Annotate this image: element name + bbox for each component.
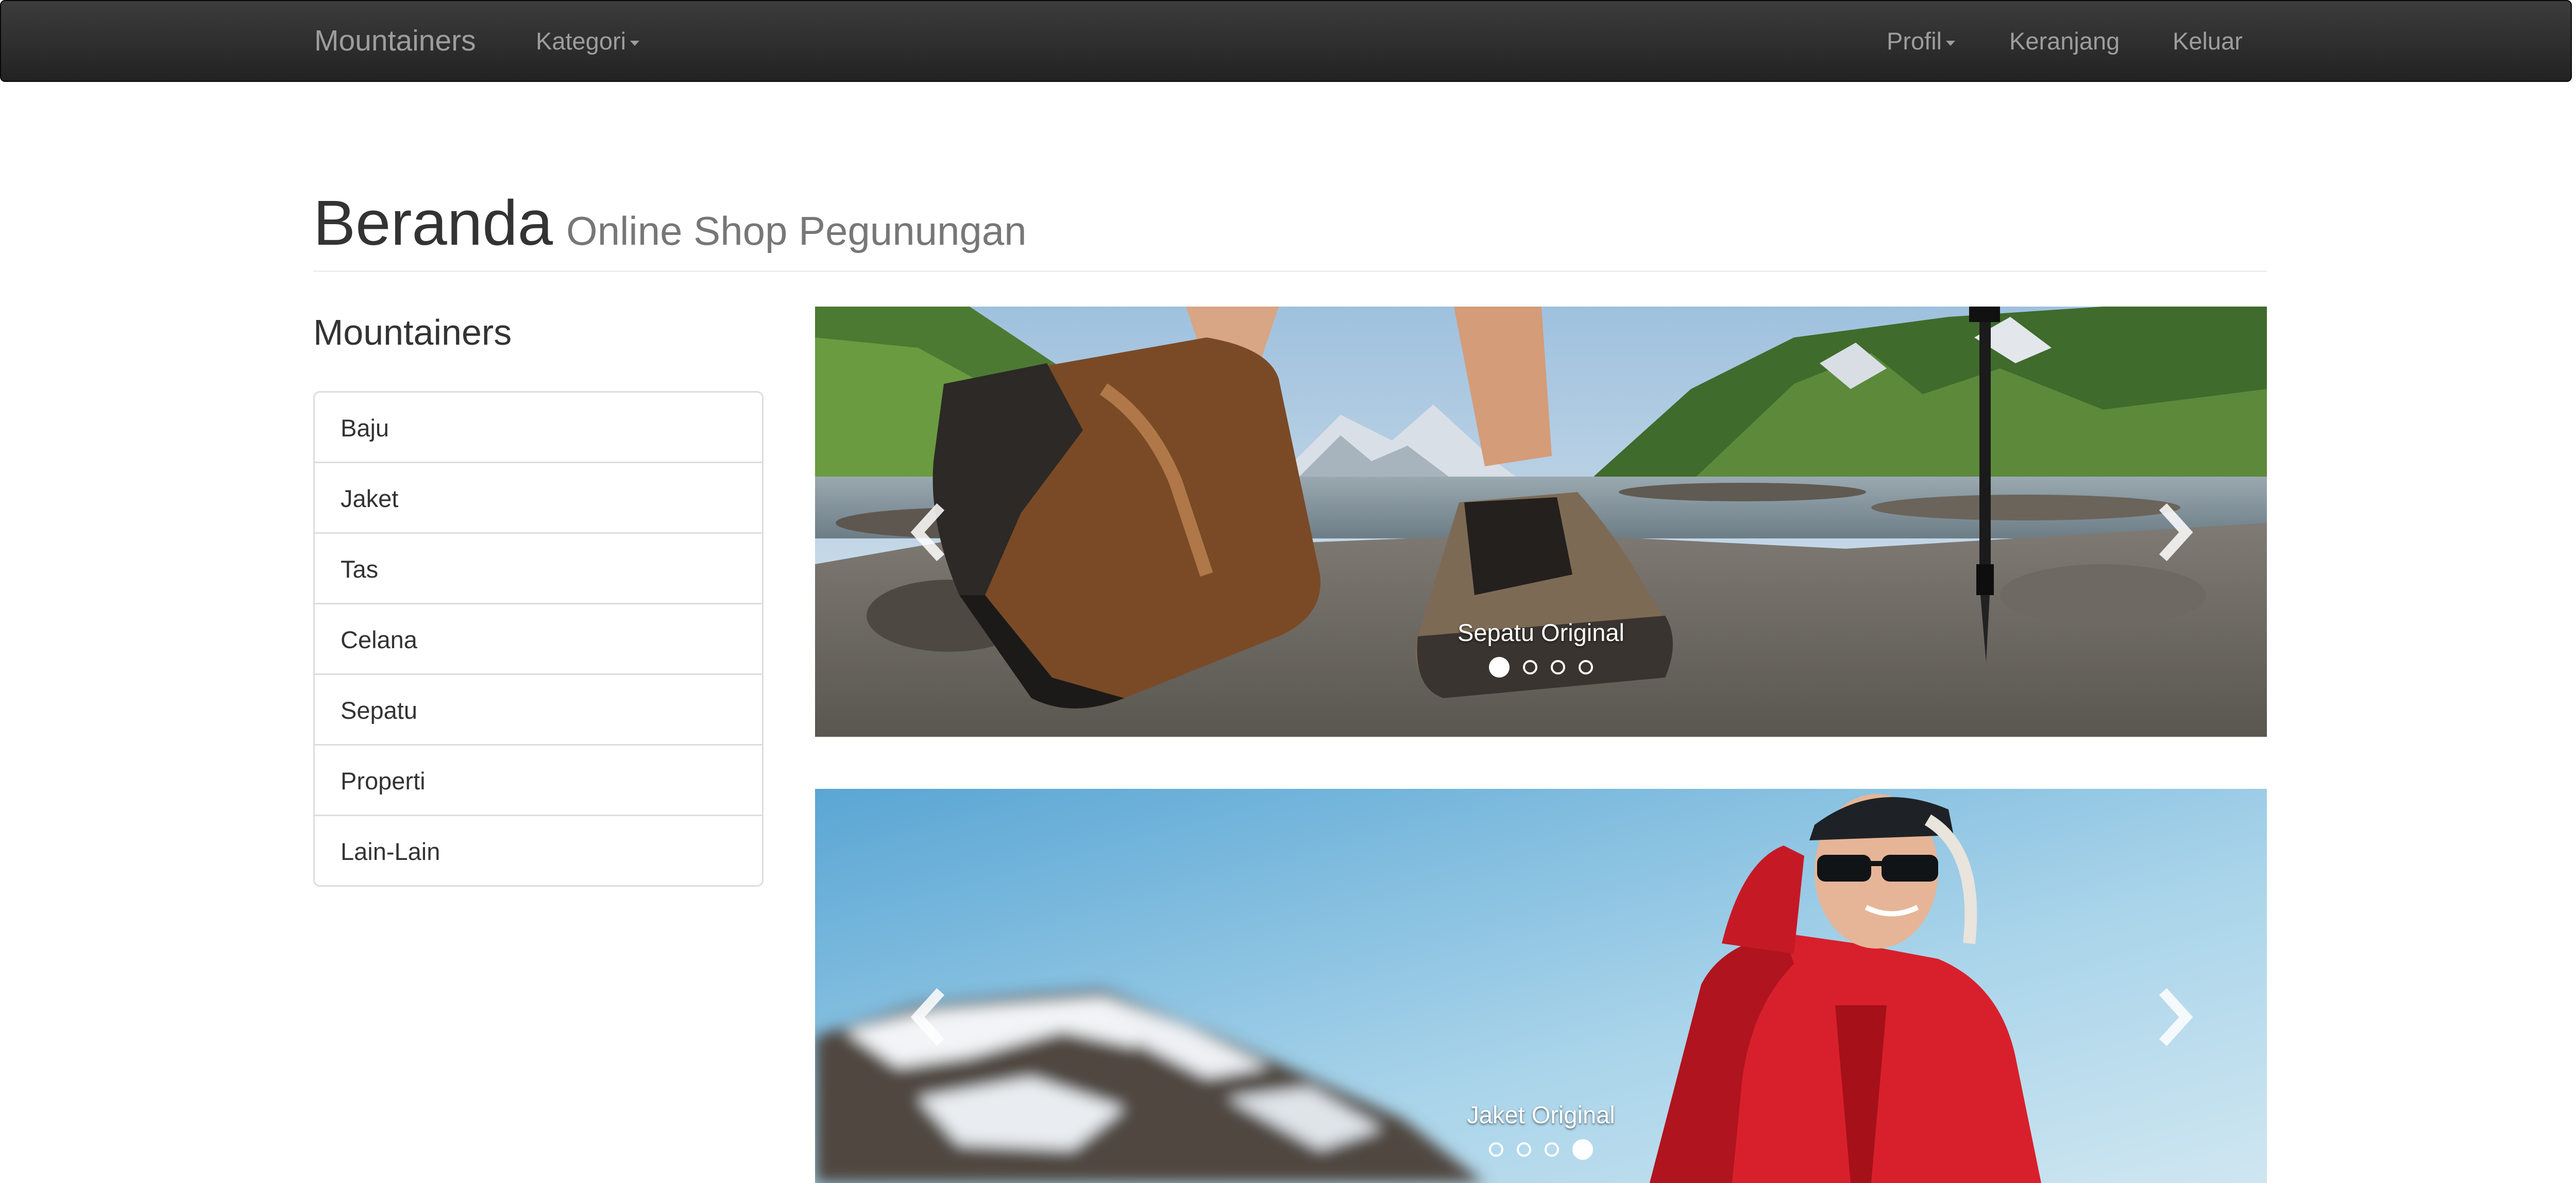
carousel-indicator-4[interactable] [1579, 660, 1593, 674]
carousel-indicators [815, 657, 2267, 678]
chevron-right-icon [2159, 503, 2193, 562]
carousel-caption: Jaket Original [1467, 1101, 1615, 1128]
carousel-caption: Sepatu Original [1458, 619, 1624, 646]
chevron-right-icon [2159, 988, 2193, 1046]
carousel-prev-button[interactable] [905, 986, 952, 1048]
carousel-next-button[interactable] [2152, 986, 2198, 1048]
category-item-jaket[interactable]: Jaket [315, 463, 762, 534]
profil-dropdown[interactable]: Profil [1887, 1, 1956, 81]
caret-down-icon [1946, 40, 1956, 46]
carousel-indicator-3[interactable] [1545, 1142, 1559, 1157]
page-header: Beranda Online Shop Pegunungan [313, 175, 2267, 272]
page-title: Beranda [313, 188, 553, 259]
keluar-link[interactable]: Keluar [2173, 1, 2243, 81]
sidebar-title: Mountainers [313, 312, 512, 352]
category-list: Baju Jaket Tas Celana Sepatu Properti La… [313, 391, 764, 887]
category-item-celana[interactable]: Celana [315, 604, 762, 675]
brand-link[interactable]: Mountainers [314, 1, 476, 81]
chevron-left-icon [910, 988, 945, 1046]
navbar: Mountainers Kategori Profil Keranjang Ke… [0, 0, 2572, 82]
kategori-dropdown[interactable]: Kategori [536, 1, 640, 81]
category-item-properti[interactable]: Properti [315, 746, 762, 816]
carousel-indicators [815, 1139, 2267, 1160]
chevron-left-icon [910, 503, 945, 562]
category-item-lain-lain[interactable]: Lain-Lain [315, 816, 762, 885]
caret-down-icon [630, 40, 640, 46]
profil-label: Profil [1887, 27, 1942, 55]
carousel-prev-button[interactable] [905, 501, 952, 563]
carousel-jaket: Jaket Original [815, 789, 2267, 1183]
carousel-sepatu: Sepatu Original [815, 307, 2267, 737]
page-subtitle: Online Shop Pegunungan [566, 208, 1027, 254]
carousel-indicator-2[interactable] [1517, 1142, 1531, 1157]
category-item-baju[interactable]: Baju [315, 393, 762, 463]
kategori-label: Kategori [536, 27, 626, 55]
carousel-indicator-4[interactable] [1572, 1139, 1593, 1160]
carousel-next-button[interactable] [2152, 501, 2198, 563]
carousel-indicator-1[interactable] [1489, 657, 1510, 678]
carousel-indicator-3[interactable] [1551, 660, 1565, 674]
category-item-tas[interactable]: Tas [315, 534, 762, 604]
carousel-indicator-1[interactable] [1489, 1142, 1503, 1157]
category-item-sepatu[interactable]: Sepatu [315, 675, 762, 746]
carousel-indicator-2[interactable] [1523, 660, 1537, 674]
keranjang-link[interactable]: Keranjang [2009, 1, 2120, 81]
